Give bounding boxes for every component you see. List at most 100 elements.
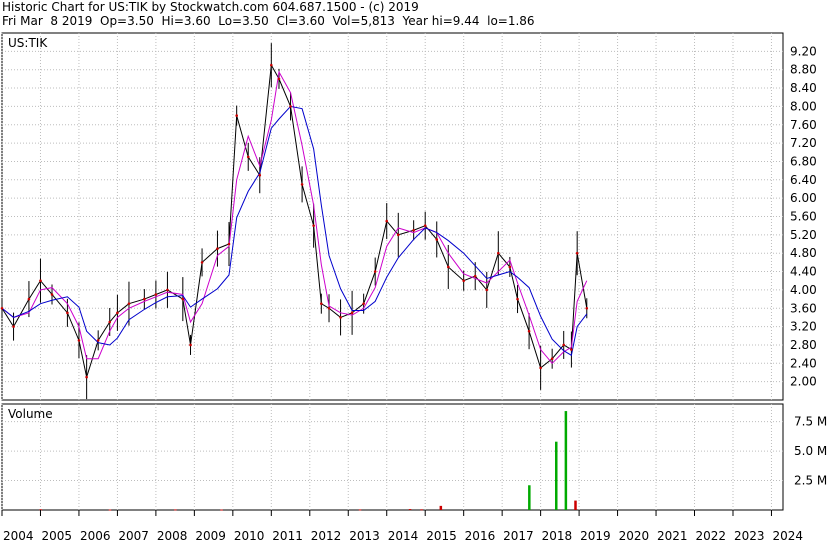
close-point <box>423 224 427 227</box>
close-point <box>227 242 231 246</box>
y-tick-label: 2.80 <box>790 338 817 352</box>
x-tick-label: 2022 <box>696 529 727 543</box>
x-tick-label: 2016 <box>465 529 496 543</box>
close-point <box>154 293 158 296</box>
y-tick-label: 7.60 <box>790 118 817 132</box>
close-point <box>350 311 354 315</box>
close-point <box>85 375 88 379</box>
close-point <box>497 251 500 255</box>
close-point <box>108 320 112 324</box>
x-tick-label: 2011 <box>272 529 303 543</box>
close-point <box>339 316 342 319</box>
x-tick-label: 2004 <box>3 529 34 543</box>
close-point <box>77 339 81 342</box>
close-point <box>575 251 579 255</box>
x-tick-label: 2015 <box>426 529 457 543</box>
close-point <box>66 311 69 315</box>
y-tick-label: 8.80 <box>790 63 817 77</box>
close-point <box>446 265 450 269</box>
y-tick-label: 3.60 <box>790 301 817 315</box>
close-point <box>143 297 146 301</box>
close-point <box>485 288 489 292</box>
y-tick-label: 7.20 <box>790 136 817 150</box>
close-point <box>385 219 389 223</box>
close-point <box>585 306 589 310</box>
volume-bar <box>555 441 558 510</box>
close-point <box>550 357 554 361</box>
x-tick-label: 2008 <box>157 529 188 543</box>
close-point <box>181 297 185 301</box>
volume-bar <box>564 411 568 510</box>
close-point <box>562 343 566 347</box>
volume-tick-label: 7.5 M <box>794 415 827 429</box>
close-point <box>27 297 31 301</box>
close-point <box>412 228 415 232</box>
x-tick-label: 2018 <box>542 529 573 543</box>
volume-panel <box>1 403 784 511</box>
close-point <box>39 279 42 283</box>
price-panel-label: US:TIK <box>8 36 48 50</box>
volume-tick-label: 5.0 M <box>794 444 827 458</box>
y-tick-label: 8.00 <box>790 99 817 113</box>
y-tick-label: 6.40 <box>790 173 817 187</box>
close-point <box>116 311 119 315</box>
close-point <box>216 247 219 250</box>
volume-bar <box>358 509 362 511</box>
close-point <box>258 173 262 177</box>
x-tick-label: 2021 <box>657 529 688 543</box>
x-tick-label: 2005 <box>41 529 72 543</box>
x-tick-label: 2017 <box>503 529 534 543</box>
y-tick-label: 5.60 <box>790 210 817 224</box>
stock-chart: 9.20 8.80 8.40 8.00 7.60 7.20 6.80 6.40 6.00 5.60… <box>0 32 827 543</box>
volume-bar <box>439 505 443 510</box>
x-tick-label: 2019 <box>580 529 611 543</box>
close-point <box>508 265 512 269</box>
close-point <box>362 302 365 305</box>
close-point <box>277 77 281 81</box>
close-point <box>435 238 439 241</box>
close-point <box>50 293 54 296</box>
close-point <box>373 270 377 273</box>
y-tick-label: 4.40 <box>790 265 817 279</box>
y-tick-label: 2.40 <box>790 356 817 370</box>
volume-tick-label: 2.5 M <box>794 474 827 488</box>
volume-bar <box>174 509 177 511</box>
close-point <box>270 63 273 67</box>
y-tick-label: 3.20 <box>790 320 817 334</box>
y-tick-label: 6.80 <box>790 154 817 168</box>
x-tick-label: 2007 <box>118 529 149 543</box>
close-point <box>12 325 15 328</box>
x-tick-label: 2024 <box>772 529 803 543</box>
volume-bar <box>108 509 112 511</box>
x-tick-label: 2009 <box>195 529 226 543</box>
x-tick-label: 2013 <box>349 529 380 543</box>
close-point <box>0 306 4 310</box>
close-point <box>166 288 169 292</box>
close-point <box>312 224 315 227</box>
volume-panel-label: Volume <box>8 407 53 421</box>
close-point <box>527 329 531 333</box>
y-tick-label: 9.20 <box>790 44 817 58</box>
y-tick-label: 4.80 <box>790 246 817 260</box>
close-point <box>189 343 192 347</box>
close-point <box>327 306 331 310</box>
volume-bar <box>220 509 223 511</box>
close-point <box>127 302 131 305</box>
close-point <box>200 261 204 264</box>
volume-bar <box>528 485 531 510</box>
x-tick-label: 2020 <box>619 529 650 543</box>
close-point <box>235 114 238 117</box>
close-point <box>539 366 542 370</box>
close-point <box>320 302 323 305</box>
x-tick-label: 2023 <box>734 529 765 543</box>
volume-bar <box>420 509 423 511</box>
close-point <box>473 274 477 278</box>
close-point <box>396 233 400 237</box>
x-tick-label: 2014 <box>388 529 419 543</box>
volume-bar <box>408 509 412 511</box>
x-tick-label: 2010 <box>234 529 265 543</box>
close-point <box>96 339 100 342</box>
y-tick-label: 4.00 <box>790 283 817 297</box>
close-point <box>300 183 304 186</box>
x-tick-label: 2012 <box>311 529 342 543</box>
